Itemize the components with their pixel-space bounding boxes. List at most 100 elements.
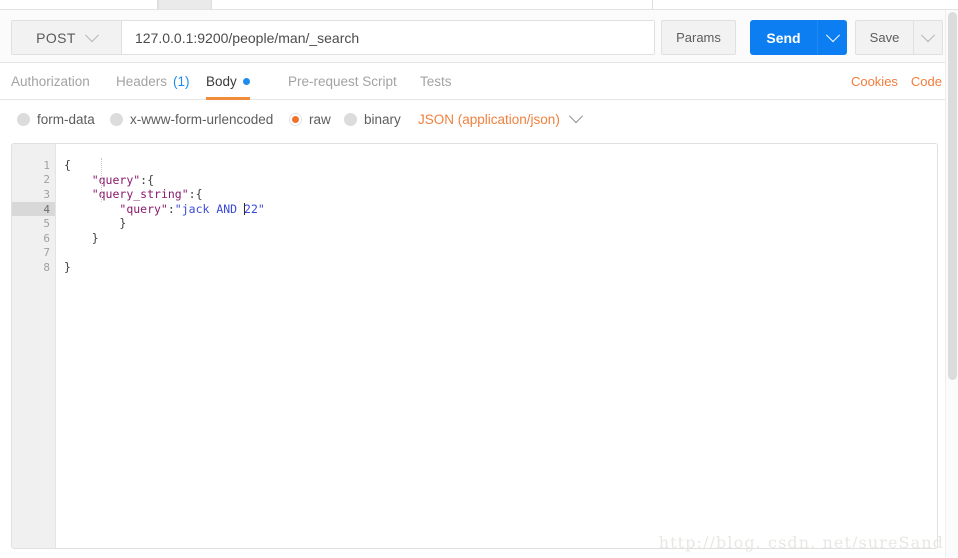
editor-code-line	[64, 246, 937, 261]
editor-code-line: {	[64, 158, 937, 173]
body-type-raw[interactable]: raw	[289, 112, 331, 127]
tab-authorization[interactable]: Authorization	[11, 63, 90, 100]
request-tab-sliver-4[interactable]	[652, 0, 958, 9]
cookies-link[interactable]: Cookies	[851, 74, 898, 89]
content-type-label: JSON (application/json)	[418, 111, 560, 127]
method-url-group: POST	[11, 20, 655, 55]
save-options-button[interactable]	[913, 21, 942, 54]
editor-line-number-gutter: 12345678	[12, 144, 64, 548]
editor-line-number-2: 2	[12, 173, 64, 188]
request-tab-sliver-1[interactable]	[0, 0, 158, 9]
tab-headers[interactable]: Headers (1)	[116, 63, 190, 100]
body-type-urlencoded[interactable]: x-www-form-urlencoded	[110, 112, 273, 127]
line-number-label: 6	[43, 231, 50, 245]
params-button[interactable]: Params	[661, 20, 736, 55]
content-type-select[interactable]: JSON (application/json)	[418, 109, 583, 127]
editor-code-line: "query":"jack AND 22"	[64, 202, 937, 217]
send-button[interactable]: Send	[750, 20, 817, 55]
editor-code-line: }	[64, 216, 937, 231]
code-token-punct: :{	[188, 187, 203, 202]
header-links: Cookies Code	[851, 63, 942, 100]
request-tab-sliver-3[interactable]	[211, 0, 653, 9]
line-number-label: 5	[43, 217, 50, 231]
code-token-punct: }	[119, 216, 127, 231]
line-number-label: 4	[43, 202, 50, 216]
request-section-tabs: Authorization Headers (1) Body Pre-reque…	[0, 63, 958, 100]
tab-headers-label: Headers	[116, 74, 168, 89]
chevron-down-icon	[825, 27, 840, 42]
code-token-punct: {	[64, 158, 71, 172]
url-bar: POST Params Send Save	[0, 10, 958, 63]
send-button-group[interactable]: Send	[750, 20, 847, 55]
body-type-form-data-label: form-data	[37, 111, 95, 127]
code-token-str: "jack AND	[174, 201, 245, 216]
code-token-punct: :{	[140, 172, 155, 187]
tab-body[interactable]: Body	[206, 63, 250, 100]
code-token-punct: }	[64, 260, 71, 275]
body-type-binary-label: binary	[364, 111, 401, 127]
code-token-key: "query"	[91, 172, 141, 187]
params-button-label: Params	[676, 30, 721, 45]
request-url-input[interactable]	[122, 21, 654, 54]
tab-body-label: Body	[206, 74, 237, 89]
code-link[interactable]: Code	[911, 74, 942, 89]
body-type-binary[interactable]: binary	[344, 112, 401, 127]
page-scrollbar[interactable]	[945, 10, 958, 558]
editor-line-number-6: 6	[12, 231, 55, 246]
http-method-select[interactable]: POST	[12, 21, 122, 54]
radio-icon-selected[interactable]	[289, 112, 302, 126]
code-token-str: 22"	[244, 201, 265, 216]
editor-line-number-5: 5	[12, 216, 55, 231]
request-body-editor[interactable]: 12345678 { "query":{ "query_string":{ "q…	[11, 143, 938, 549]
radio-icon[interactable]	[17, 112, 30, 126]
chevron-down-icon	[568, 109, 583, 124]
send-button-label: Send	[766, 29, 801, 46]
page-scrollbar-thumb[interactable]	[948, 12, 957, 380]
tab-authorization-label: Authorization	[11, 74, 90, 89]
editor-line-number-7: 7	[12, 246, 55, 261]
line-number-label: 2	[43, 173, 50, 187]
line-number-label: 3	[43, 187, 50, 201]
body-modified-dot-icon	[242, 78, 250, 85]
editor-code-line: }	[64, 231, 937, 246]
http-method-label: POST	[36, 29, 76, 46]
save-button-group[interactable]: Save	[855, 20, 943, 55]
editor-indent-guide	[101, 158, 103, 202]
body-type-urlencoded-label: x-www-form-urlencoded	[130, 111, 274, 127]
editor-line-number-3: 3	[12, 187, 64, 202]
body-type-row: form-data x-www-form-urlencoded raw bina…	[0, 100, 958, 138]
line-number-label: 7	[43, 246, 50, 260]
postman-request-builder: POST Params Send Save	[0, 0, 958, 558]
watermark-text: http://blog. csdn. net/sureSand	[658, 533, 944, 552]
editor-code-area[interactable]: { "query":{ "query_string":{ "query":"ja…	[56, 144, 937, 548]
radio-icon[interactable]	[110, 112, 123, 126]
request-tab-strip	[0, 0, 958, 10]
code-token-punct: }	[91, 230, 99, 245]
tab-tests[interactable]: Tests	[420, 63, 452, 100]
send-options-button[interactable]	[817, 20, 847, 55]
code-token-punct: :	[167, 201, 175, 216]
line-number-label: 8	[43, 260, 50, 274]
editor-line-number-4: 4	[12, 201, 55, 217]
tab-pre-request-script-label: Pre-request Script	[288, 74, 397, 89]
code-token-key: "query_string"	[91, 187, 189, 202]
tab-pre-request-script[interactable]: Pre-request Script	[288, 63, 397, 100]
request-tab-sliver-2-active[interactable]	[158, 0, 212, 9]
editor-code-line: }	[64, 260, 937, 275]
save-button-label: Save	[869, 30, 900, 45]
editor-code-line: "query_string":{	[64, 187, 937, 202]
line-number-label: 1	[43, 158, 50, 172]
editor-line-number-1: 1	[12, 158, 64, 173]
tab-tests-label: Tests	[420, 74, 452, 89]
body-type-form-data[interactable]: form-data	[17, 112, 95, 127]
editor-code-line: "query":{	[64, 173, 937, 188]
radio-icon[interactable]	[344, 112, 357, 126]
chevron-down-icon	[84, 27, 99, 42]
chevron-down-icon	[920, 27, 936, 42]
save-button[interactable]: Save	[856, 21, 913, 54]
tab-headers-count: (1)	[173, 74, 190, 89]
